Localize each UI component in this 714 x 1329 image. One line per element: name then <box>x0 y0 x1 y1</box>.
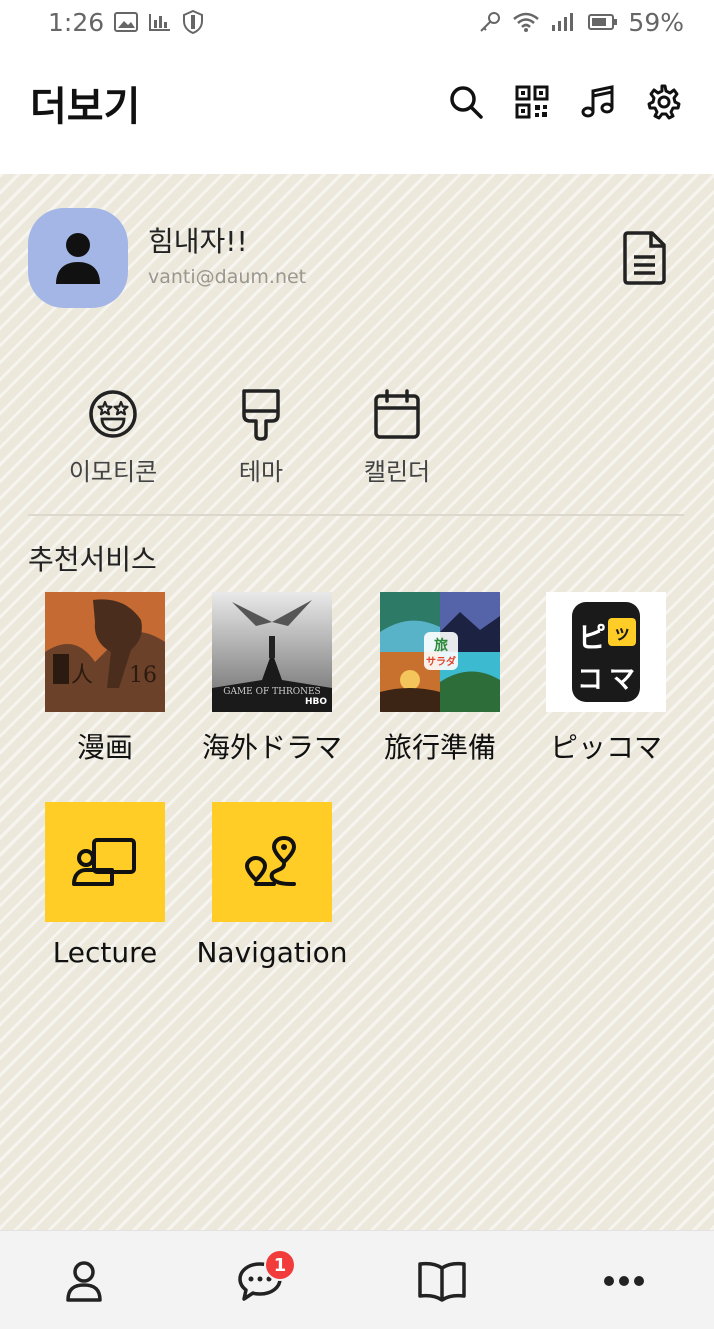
quick-theme[interactable]: 테마 <box>201 386 321 487</box>
status-time: 1:26 <box>48 7 105 37</box>
document-icon[interactable] <box>620 230 670 286</box>
svg-text:16: 16 <box>129 663 157 688</box>
quick-emoticon[interactable]: 이모티콘 <box>53 386 173 487</box>
bottom-tab-bar: 1 <box>0 1230 714 1329</box>
emoticon-icon <box>89 390 137 438</box>
tab-more[interactable] <box>594 1255 654 1307</box>
shield-icon <box>182 10 204 34</box>
settings-icon[interactable] <box>644 82 684 122</box>
svg-text:サラダ: サラダ <box>426 655 456 668</box>
svg-text:ッ: ッ <box>613 623 631 644</box>
service-drama-label: 海外ドラマ <box>201 731 342 764</box>
avatar[interactable] <box>28 208 128 308</box>
svg-text:ピ: ピ <box>578 621 606 654</box>
service-lecture-label: Lecture <box>52 936 158 969</box>
chat-unread-badge: 1 <box>264 1249 296 1281</box>
svg-text:コ: コ <box>577 665 603 695</box>
quick-calendar[interactable]: 캘린더 <box>337 386 457 487</box>
lecture-icon <box>72 838 136 886</box>
navigation-thumbnail <box>212 802 332 922</box>
profile-name[interactable]: 힘내자!! <box>148 220 248 260</box>
search-icon[interactable] <box>446 82 486 122</box>
qr-code-icon[interactable] <box>512 82 552 122</box>
battery-icon <box>588 13 618 31</box>
key-icon <box>478 10 502 34</box>
service-travel-label: 旅行準備 <box>383 731 496 764</box>
svg-text:HBO: HBO <box>305 697 327 707</box>
more-dots-icon <box>604 1276 644 1286</box>
svg-text:マ: マ <box>609 665 635 695</box>
svg-text:人: 人 <box>71 663 93 688</box>
service-drama[interactable]: GAME OF THRONES HBO 海外ドラマ <box>189 592 355 766</box>
service-navigation-label: Navigation <box>196 936 348 969</box>
travel-thumbnail: 旅 サラダ <box>380 592 500 712</box>
tab-friends[interactable] <box>54 1255 114 1307</box>
chart-icon <box>148 12 172 32</box>
route-icon <box>244 835 297 886</box>
signal-icon <box>550 11 578 33</box>
top-actions <box>446 82 684 122</box>
service-piccoma-label: ピッコマ <box>549 731 662 764</box>
service-navigation[interactable]: Navigation <box>189 802 355 969</box>
wifi-icon <box>512 11 540 33</box>
battery-percent: 59% <box>628 7 684 37</box>
recommended-title: 추천서비스 <box>28 543 157 576</box>
book-icon <box>418 1261 466 1302</box>
app-bar: 더보기 <box>0 44 714 174</box>
service-manga[interactable]: 人 16 漫画 <box>22 592 188 766</box>
image-icon <box>114 12 139 32</box>
music-icon[interactable] <box>578 82 618 122</box>
lecture-thumbnail <box>45 802 165 922</box>
page-title: 더보기 <box>30 84 141 130</box>
person-icon <box>56 233 100 284</box>
status-bar: 1:26 59% <box>0 0 714 44</box>
svg-text:GAME OF THRONES: GAME OF THRONES <box>223 687 320 697</box>
tab-view[interactable] <box>412 1255 472 1307</box>
service-travel[interactable]: 旅 サラダ 旅行準備 <box>357 592 523 766</box>
divider <box>28 514 684 516</box>
more-content: 힘내자!! vanti@daum.net 이모티콘 테마 캘린더 추천서비스 人… <box>0 174 714 1230</box>
service-lecture[interactable]: Lecture <box>22 802 188 969</box>
brush-icon <box>242 389 280 441</box>
quick-theme-label: 테마 <box>238 458 284 486</box>
svg-text:旅: 旅 <box>434 637 448 654</box>
manga-thumbnail: 人 16 <box>45 592 165 712</box>
quick-calendar-label: 캘린더 <box>363 458 431 486</box>
quick-emoticon-label: 이모티콘 <box>68 458 158 486</box>
service-manga-label: 漫画 <box>76 731 133 764</box>
calendar-icon <box>374 389 420 439</box>
person-outline-icon <box>66 1261 102 1302</box>
drama-thumbnail: GAME OF THRONES HBO <box>212 592 332 712</box>
piccoma-thumbnail: ピ ッ コ マ <box>546 592 666 712</box>
service-piccoma[interactable]: ピ ッ コ マ ピッコマ <box>523 592 689 766</box>
profile-email: vanti@daum.net <box>148 266 307 288</box>
